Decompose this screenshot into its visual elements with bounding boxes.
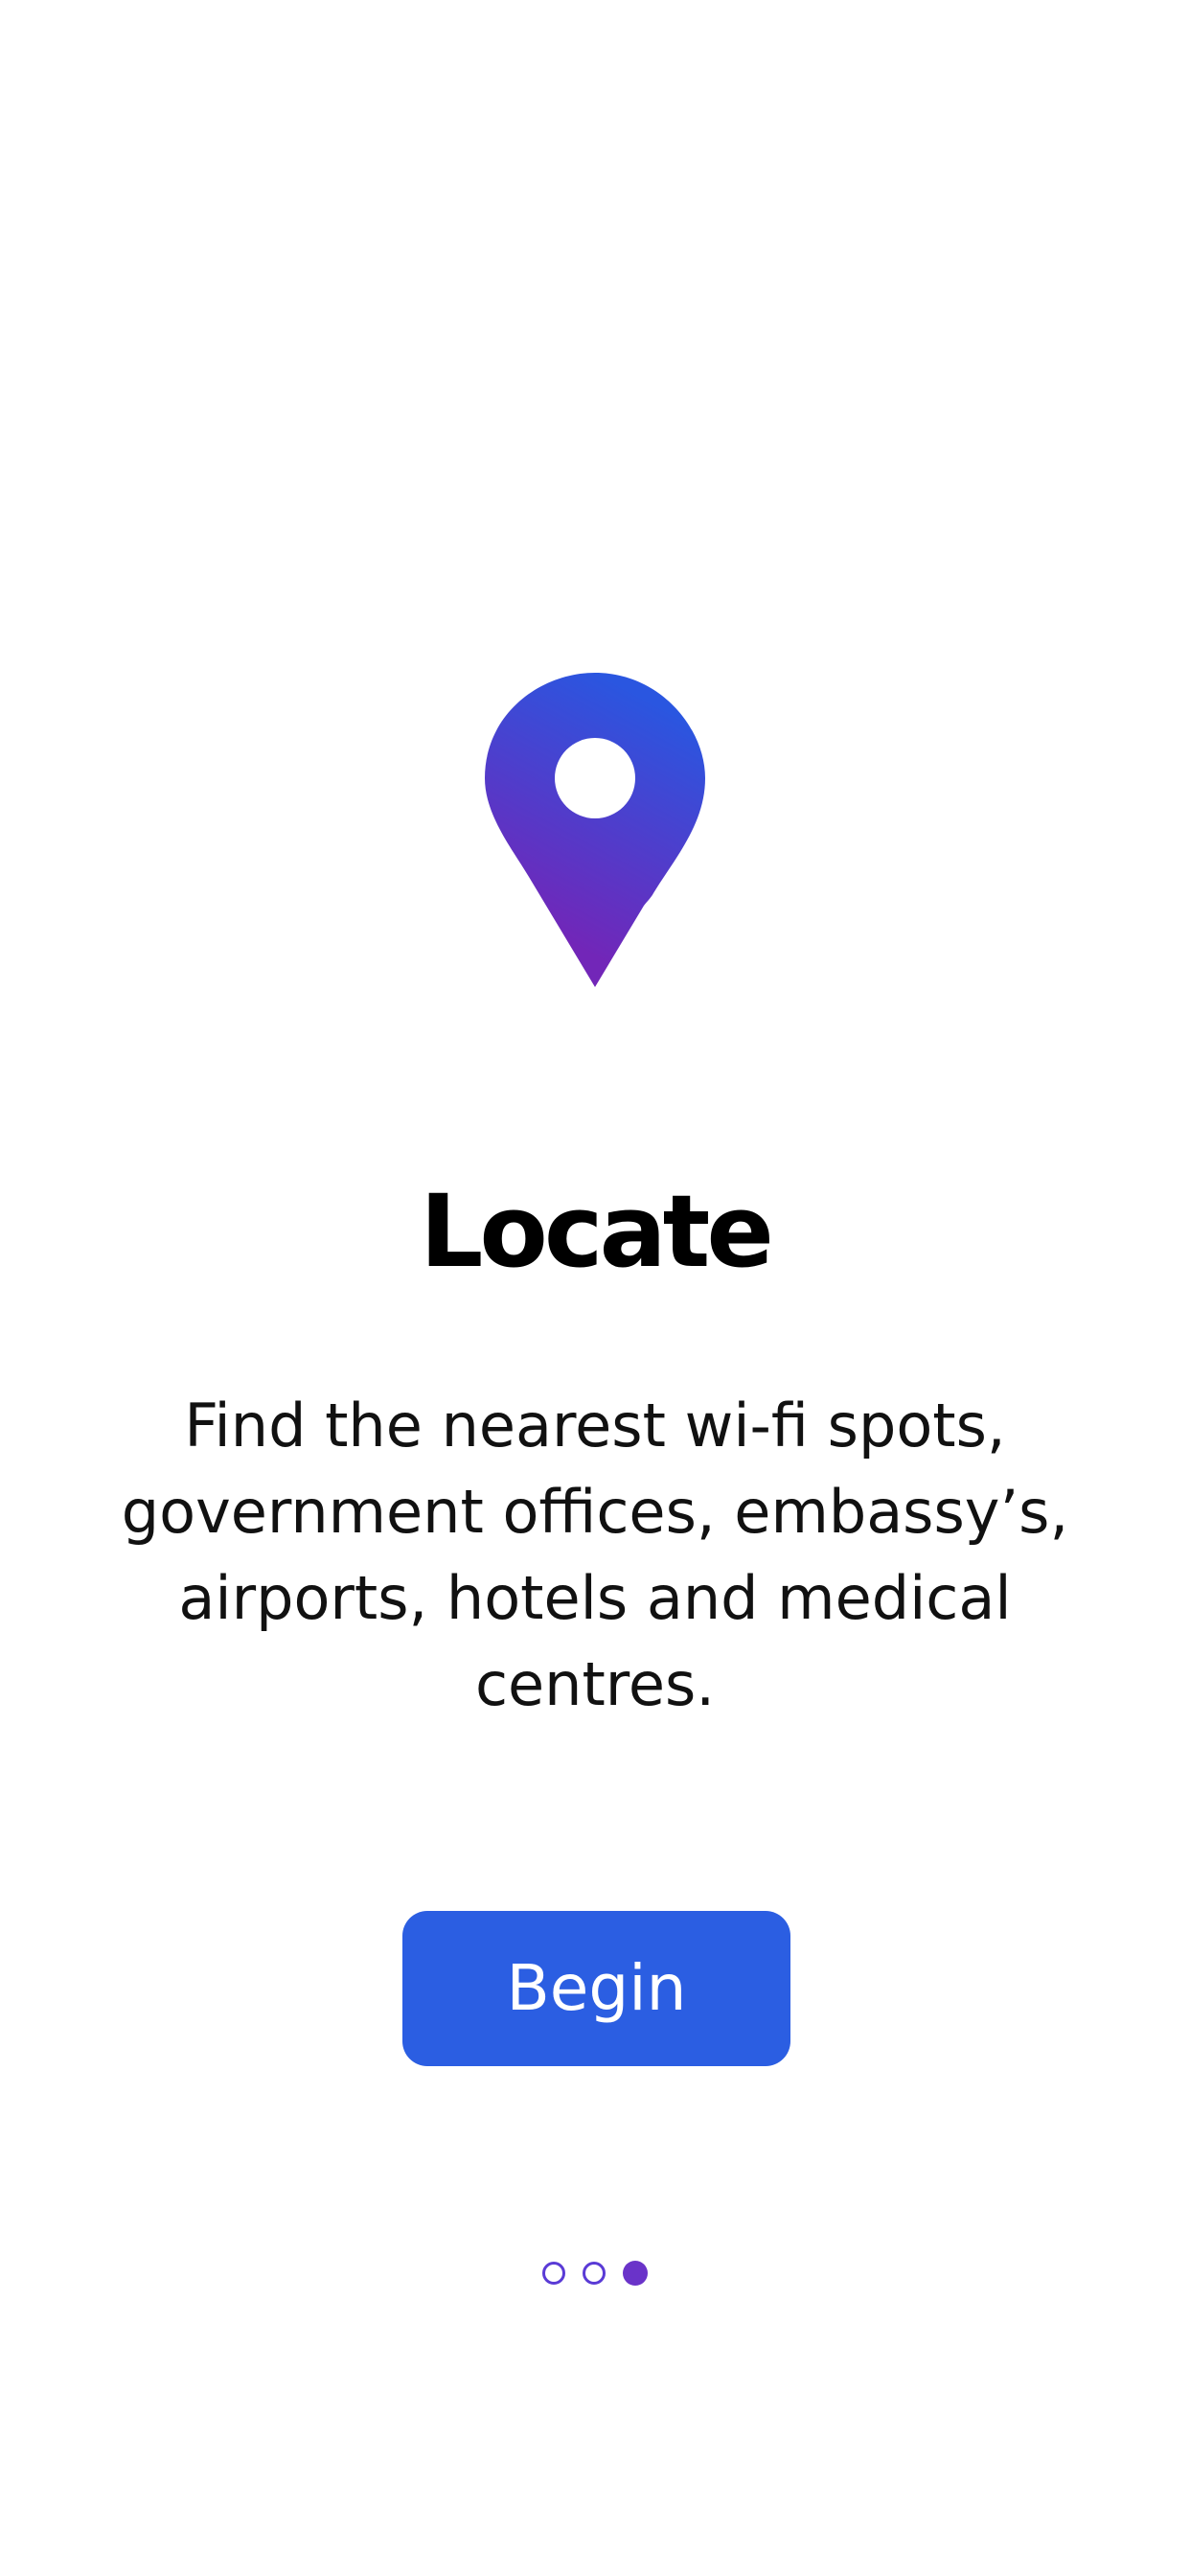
page-dot-1[interactable]: [542, 2262, 565, 2285]
page-description: Find the nearest wi-fi spots, government…: [121, 1391, 1069, 1719]
page-indicator: [0, 2258, 1190, 2288]
page-dot-3-active[interactable]: [623, 2261, 648, 2286]
begin-button[interactable]: Begin: [402, 1911, 790, 2066]
page-title: Locate: [420, 1173, 774, 1290]
map-pin-icon: [483, 671, 707, 989]
page-dot-2[interactable]: [583, 2262, 606, 2285]
onboarding-screen: Locate Find the nearest wi-fi spots, gov…: [0, 0, 1190, 2576]
